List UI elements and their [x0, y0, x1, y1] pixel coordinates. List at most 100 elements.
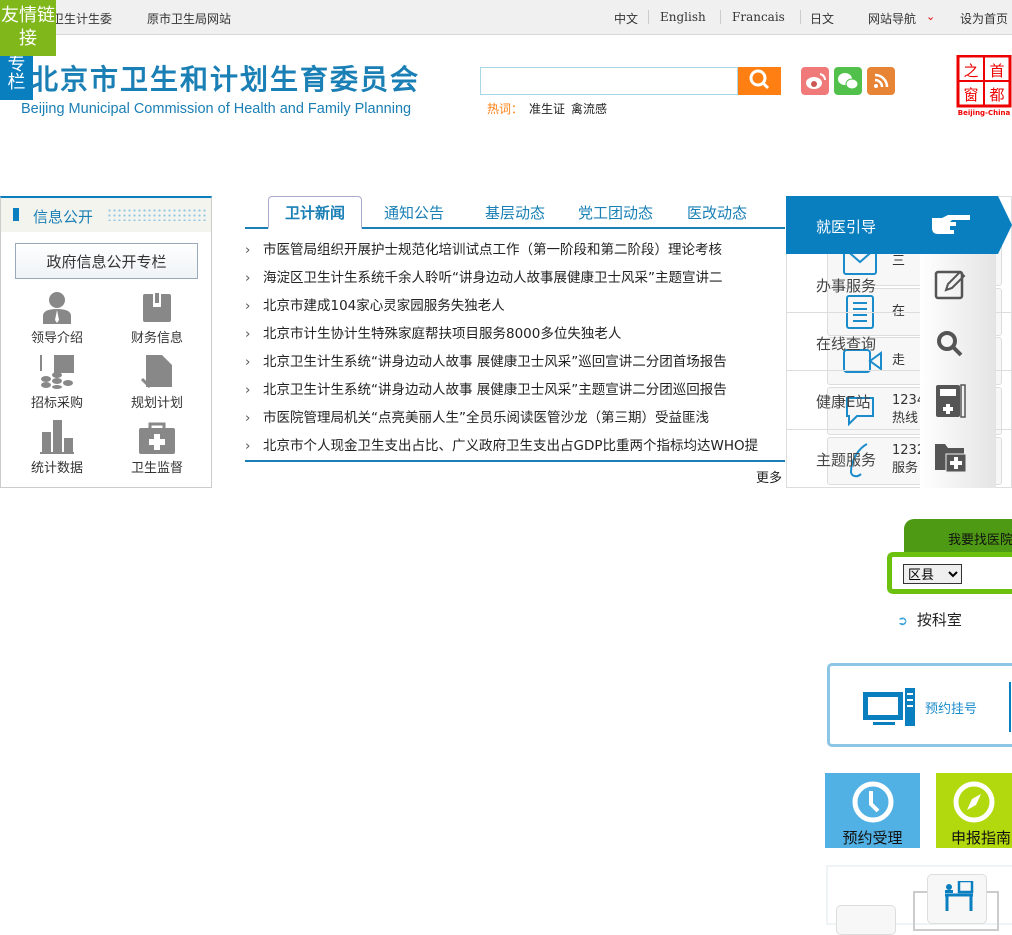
news-item[interactable]: › 市医管局组织开展护士规范化培训试点工作（第一阶段和第二阶段）理论考核 [245, 238, 785, 266]
news-title: 北京市计生协计生特殊家庭帮扶项目服务8000多位失独老人 [263, 326, 622, 342]
finance-info-item[interactable]: 财务信息 [107, 290, 207, 346]
item-label: 财务信息 [130, 331, 183, 346]
gov-info-column-button[interactable]: 政府信息公开专栏 [15, 243, 198, 279]
news-title: 市医院管理局机关“点亮美丽人生”全员乐阅读医管沙龙（第三期）受益匪浅 [263, 410, 709, 426]
rss-icon[interactable] [867, 67, 895, 95]
card-text: 走 [892, 353, 906, 368]
lang-french[interactable]: Francais [732, 10, 785, 24]
service-card[interactable] [836, 905, 896, 935]
news-title: 海淀区卫生计生系统千余人聆听“讲身边动人故事展健康卫士风采”主题宣讲二 [263, 270, 723, 286]
search-input[interactable] [480, 67, 738, 95]
news-item[interactable]: › 北京市计生协计生特殊家庭帮扶项目服务8000多位失独老人 [245, 322, 785, 350]
item-label: 招标采购 [30, 396, 83, 411]
link-old-health-bureau[interactable]: 原市卫生局网站 [147, 10, 231, 27]
service-tab-query[interactable]: 在线查询 [816, 333, 876, 354]
site-nav-menu[interactable]: 网站导航 [868, 10, 916, 27]
news-item[interactable]: › 市医院管理局机关“点亮美丽人生”全员乐阅读医管沙龙（第三期）受益匪浅 [245, 406, 785, 434]
hot-label: 热词： [487, 102, 524, 116]
search-icon [749, 69, 769, 89]
logo-char: 窗 [963, 86, 978, 104]
by-department-link[interactable]: ➲ 按科室 [897, 609, 962, 630]
district-select[interactable]: 区县 [903, 564, 962, 584]
news-title: 北京卫生计生系统“讲身边动人故事 展健康卫士风采”主题宣讲二分团巡回报告 [263, 382, 727, 398]
logo-char: 都 [989, 86, 1004, 104]
tab-notices[interactable]: 通知公告 [384, 202, 444, 223]
news-title: 北京卫生计生系统“讲身边动人故事 展健康卫士风采”巡回宣讲二分团首场报告 [263, 354, 727, 370]
search-icon[interactable] [934, 328, 966, 360]
news-item[interactable]: › 北京市个人现金卫生支出占比、广义政府卫生支出占GDP比重两个指标均达WHO提 [245, 434, 785, 462]
logo-caption: Beijing-China [958, 109, 1011, 117]
news-item[interactable]: › 北京卫生计生系统“讲身边动人故事 展健康卫士风采”巡回宣讲二分团首场报告 [245, 350, 785, 378]
divider [800, 10, 801, 24]
tab-reform-news[interactable]: 医改动态 [687, 202, 747, 223]
item-label: 卫生监督 [130, 461, 183, 476]
news-item[interactable]: › 海淀区卫生计生系统千余人聆听“讲身边动人故事展健康卫士风采”主题宣讲二 [245, 266, 785, 294]
arrow-circle-icon: ➲ [897, 614, 908, 629]
site-title: 北京市卫生和计划生育委员会 [30, 63, 421, 96]
tab-health-news[interactable]: 卫计新闻 [268, 196, 362, 229]
bar-chart-icon [40, 420, 74, 454]
news-item[interactable]: › 北京市建成104家心灵家园服务失独老人 [245, 294, 785, 322]
medical-folder-icon[interactable] [934, 442, 968, 474]
news-list: › 市医管局组织开展护士规范化培训试点工作（第一阶段和第二阶段）理论考核 › 海淀区… [245, 238, 785, 462]
bidding-item[interactable]: 招标采购 [7, 355, 107, 411]
service-tab-health-station[interactable]: 健康E站 [816, 391, 870, 412]
hot-word[interactable]: 准生证 [529, 102, 565, 116]
document-icon [140, 355, 172, 389]
service-tab-topics[interactable]: 主题服务 [816, 449, 876, 470]
tab-party-news[interactable]: 党工团动态 [578, 202, 653, 223]
link-health-commission[interactable]: 卫生计生委 [52, 10, 112, 27]
service-card[interactable] [927, 874, 987, 924]
health-supervision-item[interactable]: 卫生监督 [107, 420, 207, 476]
appointment-acceptance-tile[interactable]: 预约受理 [825, 773, 920, 848]
item-label: 规划计划 [130, 396, 183, 411]
by-department-label: 按科室 [916, 611, 962, 629]
chevron-down-icon[interactable]: ⌄ [926, 10, 935, 23]
wallet-icon [143, 291, 171, 322]
chevron-right-icon: › [245, 270, 251, 286]
dots-decoration [107, 208, 207, 221]
hot-word[interactable]: 禽流感 [571, 102, 607, 116]
info-disclosure-panel: 信息公开 政府信息公开专栏 领导介绍 财务信息 招标采购 规划计划 统计数据 卫… [0, 196, 212, 488]
more-link[interactable]: 更多 [756, 467, 782, 486]
weibo-icon[interactable] [801, 67, 829, 95]
medical-kit-icon [139, 422, 175, 454]
lang-chinese[interactable]: 中文 [614, 10, 638, 27]
news-item[interactable]: › 北京卫生计生系统“讲身边动人故事 展健康卫士风采”主题宣讲二分团巡回报告 [245, 378, 785, 406]
medical-guide-header[interactable]: 就医引导 [786, 196, 1012, 254]
chevron-right-icon: › [245, 298, 251, 314]
statistics-item[interactable]: 统计数据 [7, 420, 107, 476]
service-tab-affairs[interactable]: 办事服务 [816, 275, 876, 296]
wechat-icon[interactable] [834, 67, 862, 95]
service-icon-bar [920, 254, 996, 488]
divider [648, 10, 649, 24]
planning-item[interactable]: 规划计划 [107, 355, 207, 411]
set-home-link[interactable]: 设为首页 [960, 10, 1008, 27]
column-button[interactable]: 专栏 [0, 56, 33, 100]
find-hospital-tab[interactable]: 我要找医院 [904, 519, 1012, 553]
compass-icon [953, 781, 995, 823]
item-label: 领导介绍 [30, 331, 83, 346]
top-bar: 卫生计生委 原市卫生局网站 中文 English Francais 日文 网站导… [0, 0, 1012, 35]
desk-staff-icon [945, 881, 974, 911]
search-button[interactable] [738, 67, 781, 95]
chevron-right-icon: › [245, 354, 251, 370]
divider [245, 460, 785, 462]
lang-english[interactable]: English [660, 10, 706, 24]
lang-japanese[interactable]: 日文 [810, 10, 834, 27]
application-guide-tile[interactable]: 申报指南 [936, 773, 1012, 848]
appointment-label: 预约挂号 [925, 702, 978, 717]
panel-title: 信息公开 [33, 208, 94, 226]
hospital-record-icon[interactable] [934, 384, 966, 418]
friend-links-button[interactable]: 友情链接 [0, 0, 56, 56]
edit-icon[interactable] [934, 268, 966, 300]
divider [720, 10, 721, 24]
capital-window-logo[interactable]: 之 首 窗 都 Beijing-China [956, 54, 1012, 117]
news-title: 北京市个人现金卫生支出占比、广义政府卫生支出占GDP比重两个指标均达WHO提 [263, 438, 759, 454]
appointment-registration[interactable]: 预约挂号 [827, 663, 1012, 747]
card-text: 三 [892, 254, 906, 269]
leader-intro-item[interactable]: 领导介绍 [7, 290, 107, 346]
tab-grassroots[interactable]: 基层动态 [485, 202, 545, 223]
news-title: 市医管局组织开展护士规范化培训试点工作（第一阶段和第二阶段）理论考核 [263, 242, 722, 258]
chevron-right-icon: › [245, 438, 251, 454]
